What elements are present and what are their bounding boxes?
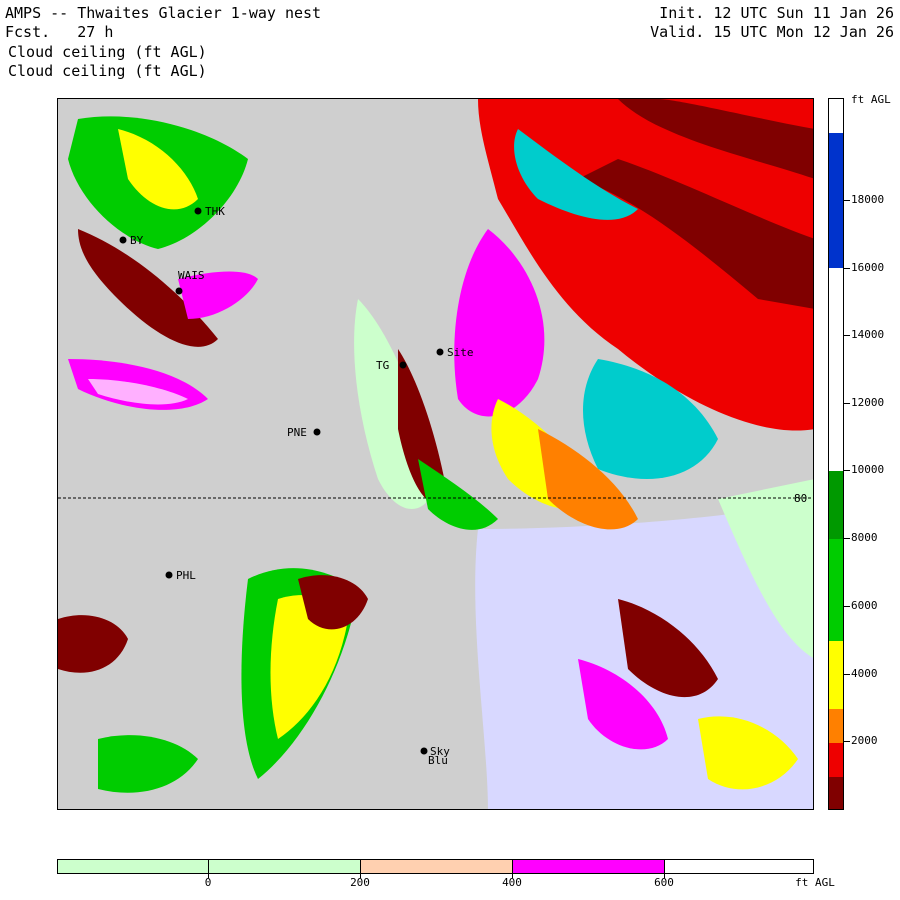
colorbar-right <box>828 98 844 810</box>
station-marker <box>194 207 202 215</box>
colorbar-segment-white-top <box>829 99 843 133</box>
colorbar-bottom-tick: 600 <box>654 876 674 889</box>
colorbar-right-tick: 14000 <box>851 328 885 341</box>
colorbar-bottom-unit: ft AGL <box>795 876 835 889</box>
colorbar-segment-white <box>664 860 813 873</box>
colorbar-segment-white-mid <box>829 268 843 471</box>
colorbar-bottom <box>57 859 814 874</box>
colorbar-right-tick: 16000 <box>851 261 885 274</box>
map-panel: 80 W THK BY WAIS TG Site PNE PHL <box>57 98 814 810</box>
station-label: BY <box>130 234 144 247</box>
field-label-1: Cloud ceiling (ft AGL) <box>8 43 207 61</box>
station-marker <box>436 348 444 356</box>
colorbar-segment-orange <box>829 709 843 743</box>
colorbar-segment-light-green <box>58 860 360 873</box>
colorbar-bottom-tick: 400 <box>502 876 522 889</box>
station-label: Site <box>447 346 474 359</box>
station-label: WAIS <box>178 269 205 282</box>
colorbar-segment-red <box>829 743 843 777</box>
latitude-line-label: 80 W <box>794 492 814 505</box>
tick-mark <box>844 335 850 336</box>
init-time: Init. 12 UTC Sun 11 Jan 26 <box>659 4 894 22</box>
colorbar-right-tick: 18000 <box>851 193 885 206</box>
station-marker <box>313 428 321 436</box>
station-label: PNE <box>287 426 307 439</box>
map-title: AMPS -- Thwaites Glacier 1-way nest <box>5 4 322 22</box>
colorbar-bottom-tick: 0 <box>204 876 212 889</box>
cloud-ceiling-map: 80 W THK BY WAIS TG Site PNE PHL <box>58 99 814 809</box>
station-marker <box>175 287 183 295</box>
station-marker <box>399 361 407 369</box>
valid-time: Valid. 15 UTC Mon 12 Jan 26 <box>650 23 894 41</box>
colorbar-divider <box>512 860 513 873</box>
station-blu[interactable]: Blu <box>428 754 448 767</box>
colorbar-divider <box>360 860 361 873</box>
colorbar-right-tick: 4000 <box>851 667 878 680</box>
colorbar-right-tick: 10000 <box>851 463 885 476</box>
colorbar-right-tick: 12000 <box>851 396 885 409</box>
tick-mark <box>844 200 850 201</box>
colorbar-segment-magenta <box>512 860 664 873</box>
tick-mark <box>844 403 850 404</box>
forecast-hour: Fcst. 27 h <box>5 23 114 41</box>
colorbar-divider <box>208 860 209 873</box>
colorbar-segment-dark-green <box>829 471 843 539</box>
colorbar-right-tick: 6000 <box>851 599 878 612</box>
colorbar-divider <box>664 860 665 873</box>
station-label: TG <box>376 359 389 372</box>
colorbar-right-tick: 8000 <box>851 531 878 544</box>
tick-mark <box>844 674 850 675</box>
colorbar-right-tick: 2000 <box>851 734 878 747</box>
colorbar-bottom-tick: 200 <box>350 876 370 889</box>
colorbar-segment-green <box>829 539 843 641</box>
tick-mark <box>844 606 850 607</box>
tick-mark <box>844 470 850 471</box>
colorbar-segment-maroon <box>829 777 843 809</box>
colorbar-right-unit: ft AGL <box>851 93 891 106</box>
colorbar-segment-blue <box>829 133 843 268</box>
station-label: PHL <box>176 569 196 582</box>
station-label: Blu <box>428 754 448 767</box>
field-label-2: Cloud ceiling (ft AGL) <box>8 62 207 80</box>
station-marker <box>165 571 173 579</box>
tick-mark <box>844 268 850 269</box>
station-marker <box>119 236 127 244</box>
colorbar-segment-peach <box>360 860 512 873</box>
colorbar-segment-yellow <box>829 641 843 709</box>
station-label: THK <box>205 205 225 218</box>
tick-mark <box>844 538 850 539</box>
station-marker <box>420 747 428 755</box>
tick-mark <box>844 741 850 742</box>
